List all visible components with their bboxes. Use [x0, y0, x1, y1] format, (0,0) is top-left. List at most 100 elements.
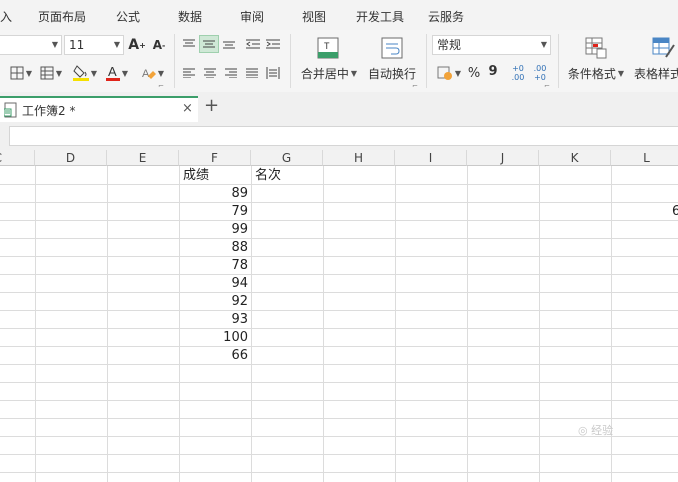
score-cell[interactable]: 93	[181, 311, 248, 328]
divider	[290, 34, 291, 88]
dialog-launcher-icon[interactable]: ⌐	[412, 82, 418, 90]
menu-data[interactable]: 数据	[178, 8, 202, 25]
increase-decimal-button[interactable]: +0 .00	[508, 63, 528, 83]
column-header-f[interactable]: F	[179, 150, 251, 166]
grid-icon	[40, 66, 54, 80]
percent-button[interactable]: %	[466, 65, 482, 81]
grid-line	[0, 328, 678, 329]
column-header-e[interactable]: E	[107, 150, 179, 166]
svg-text:T: T	[324, 41, 330, 51]
column-header-d[interactable]: D	[35, 150, 107, 166]
clear-format-button[interactable]: A ▼	[140, 64, 166, 82]
align-bottom-button[interactable]	[220, 36, 238, 52]
align-center-button[interactable]	[201, 65, 219, 81]
distributed-align-button[interactable]	[264, 65, 282, 81]
column-header-g[interactable]: G	[251, 150, 323, 166]
align-middle-icon	[203, 40, 215, 48]
menu-review[interactable]: 审阅	[240, 8, 264, 25]
column-header-c[interactable]: C	[0, 150, 35, 166]
grid-line	[0, 418, 678, 419]
score-cell[interactable]: 92	[181, 293, 248, 310]
fill-color-button[interactable]: ▼	[72, 62, 98, 84]
spreadsheet-grid[interactable]: C D E F G H I J K L 成绩 名次 89 79 99 88 78…	[0, 150, 678, 482]
align-right-icon	[225, 68, 237, 78]
conditional-format-label: 条件格式	[567, 66, 616, 81]
workbook-tab[interactable]: 工作簿2 * ×	[0, 96, 198, 122]
align-top-button[interactable]	[180, 36, 198, 52]
grid-line	[0, 256, 678, 257]
decrease-decimal-button[interactable]: .00 +0	[530, 63, 550, 83]
conditional-format-button[interactable]: 条件格式 ▼	[566, 65, 626, 81]
font-size-select[interactable]: 11 ▼	[64, 35, 124, 55]
align-right-button[interactable]	[222, 65, 240, 81]
menu-cloud[interactable]: 云服务	[428, 8, 464, 25]
conditional-format-icon-button[interactable]	[584, 36, 608, 60]
cell-style-button[interactable]: ▼	[38, 64, 64, 82]
wrap-text-icon-button[interactable]	[380, 36, 404, 60]
merge-center-button[interactable]: 合并居中 ▼	[298, 65, 360, 81]
align-middle-button[interactable]	[199, 35, 219, 53]
grid-line	[0, 238, 678, 239]
new-tab-button[interactable]: +	[204, 96, 219, 116]
score-cell[interactable]: 99	[181, 221, 248, 238]
column-header-l[interactable]: L	[611, 150, 678, 166]
border-icon	[10, 66, 24, 80]
grid-line	[0, 454, 678, 455]
document-tab-bar: 工作簿2 * × +	[0, 92, 678, 123]
grid-line	[0, 472, 678, 473]
grid-line	[0, 400, 678, 401]
menu-developer[interactable]: 开发工具	[356, 8, 404, 25]
align-left-icon	[183, 68, 195, 78]
column-header-i[interactable]: I	[395, 150, 467, 166]
close-icon[interactable]: ×	[182, 101, 193, 116]
menu-view[interactable]: 视图	[302, 8, 326, 25]
grid-line	[0, 310, 678, 311]
font-name-select[interactable]: ▼	[0, 35, 62, 55]
merge-center-icon-button[interactable]: T	[316, 36, 340, 60]
menu-insert[interactable]: 入	[0, 8, 12, 25]
thousands-separator-button[interactable]: 9	[486, 63, 500, 79]
score-cell[interactable]: 66	[181, 347, 248, 364]
wrap-text-button[interactable]: 自动换行	[366, 65, 418, 81]
chevron-down-icon: ▼	[51, 40, 58, 49]
cell-l-value[interactable]: 6	[672, 203, 678, 220]
score-cell[interactable]: 88	[181, 239, 248, 256]
increase-decimal-icon: +0 .00	[511, 64, 525, 82]
menu-formulas[interactable]: 公式	[116, 8, 140, 25]
score-cell[interactable]: 79	[181, 203, 248, 220]
menu-page-layout[interactable]: 页面布局	[38, 8, 86, 25]
shrink-font-button[interactable]: A-	[150, 36, 168, 54]
score-cell[interactable]: 94	[181, 275, 248, 292]
currency-button[interactable]: ▼	[434, 63, 464, 83]
dialog-launcher-icon[interactable]: ⌐	[544, 82, 550, 90]
cell-g-header[interactable]: 名次	[255, 167, 281, 184]
table-style-button[interactable]: 表格样式	[634, 65, 678, 81]
formula-input[interactable]	[9, 126, 678, 146]
score-cell[interactable]: 89	[181, 185, 248, 202]
column-header-h[interactable]: H	[323, 150, 395, 166]
column-header-k[interactable]: K	[539, 150, 611, 166]
svg-text:A: A	[142, 68, 150, 80]
wrap-text-label: 自动换行	[367, 66, 416, 81]
border-button[interactable]: ▼	[8, 64, 34, 82]
grid-line	[0, 184, 678, 185]
grid-line	[395, 166, 396, 482]
font-color-icon: A	[105, 64, 120, 81]
increase-indent-button[interactable]	[264, 36, 282, 52]
font-color-button[interactable]: A ▼	[104, 62, 130, 84]
column-header-j[interactable]: J	[467, 150, 539, 166]
decrease-indent-button[interactable]	[244, 36, 262, 52]
table-style-icon-button[interactable]	[652, 36, 676, 60]
decrease-decimal-icon: .00 +0	[533, 64, 547, 82]
grow-font-button[interactable]: A +	[128, 36, 146, 54]
svg-text:A: A	[108, 64, 117, 79]
justify-button[interactable]	[243, 65, 261, 81]
score-cell[interactable]: 78	[181, 257, 248, 274]
align-left-button[interactable]	[180, 65, 198, 81]
cell-f-header[interactable]: 成绩	[183, 167, 209, 184]
align-bottom-icon	[223, 41, 235, 49]
dialog-launcher-icon[interactable]: ⌐	[158, 82, 164, 90]
score-cell[interactable]: 100	[181, 329, 248, 346]
grid-line	[0, 292, 678, 293]
number-format-select[interactable]: 常规 ▼	[432, 35, 551, 55]
